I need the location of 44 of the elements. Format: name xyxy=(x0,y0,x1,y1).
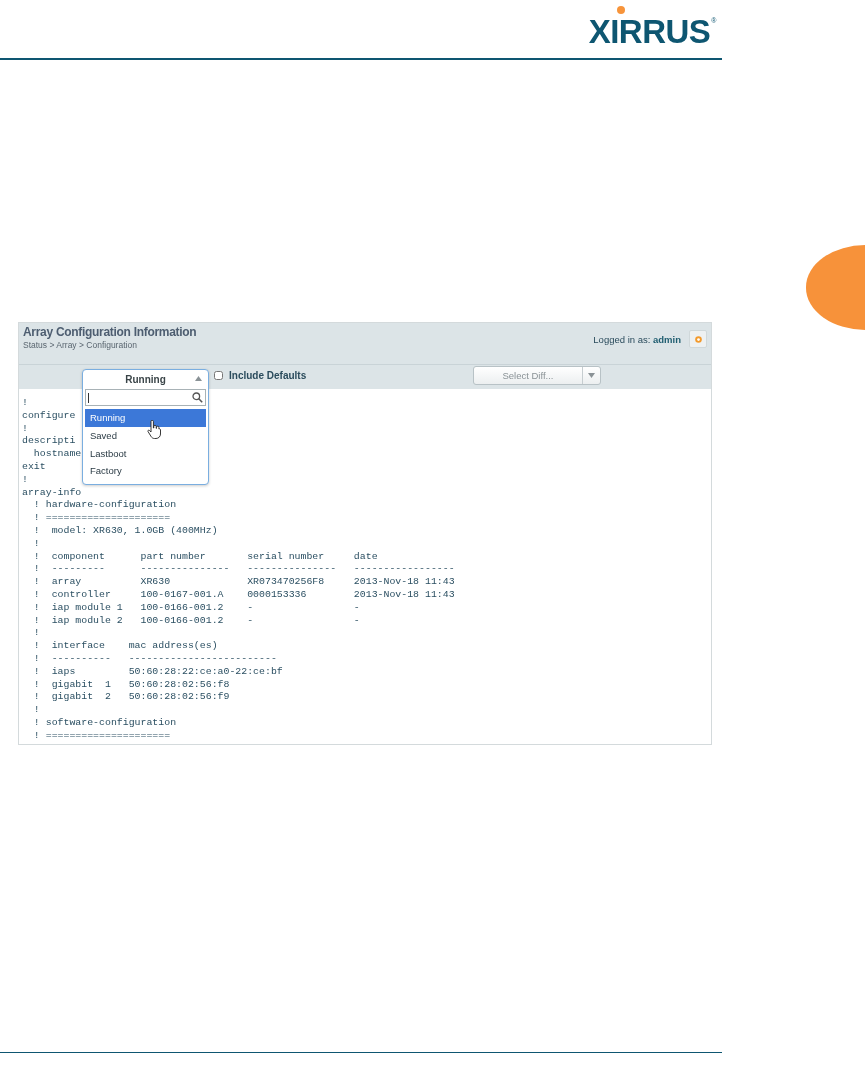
config-line: ! xyxy=(32,627,40,641)
search-icon xyxy=(192,392,203,403)
page-title: Array Configuration Information xyxy=(23,325,197,339)
config-line: ! xyxy=(22,422,28,436)
config-line: ! software-configuration xyxy=(32,716,177,730)
login-status: Logged in as: admin xyxy=(593,334,681,345)
config-line: ! ===================== xyxy=(32,729,171,743)
config-line: ! ===================== xyxy=(32,512,171,525)
config-line: ! iaps 50:60:28:22:ce:a0-22:ce:bf xyxy=(32,665,283,679)
config-line: hostname xyxy=(32,448,82,461)
config-line: ! iap module 1 100-0166-001.2 - - xyxy=(32,601,360,615)
dropdown-option[interactable]: Factory xyxy=(85,462,206,481)
include-defaults-checkbox[interactable] xyxy=(214,371,223,380)
config-line: ! controller 100-0167-001.A 0000153336 2013-Nov-18 11:43 xyxy=(32,588,455,602)
up-arrow-icon xyxy=(195,376,202,381)
config-line: ! component part number serial number date xyxy=(32,550,378,564)
breadcrumb: Status > Array > Configuration xyxy=(23,340,138,350)
config-line: ! --------- --------------- --------------- ----------------- xyxy=(32,563,455,577)
config-line: ! model: XR630, 1.0GB (400MHz) xyxy=(32,524,218,538)
include-defaults-label: Include Defaults xyxy=(229,370,307,381)
config-line: ! iap module 2 100-0166-001.2 - - xyxy=(32,614,360,628)
config-line: array-info xyxy=(22,486,82,500)
settings-button[interactable] xyxy=(689,330,707,348)
config-line: ! hardware-configuration xyxy=(32,499,177,513)
settings-icon xyxy=(692,333,704,345)
dropdown-option[interactable]: Running xyxy=(85,409,206,427)
dropdown-arrow-icon xyxy=(588,373,595,378)
hand-cursor-icon xyxy=(147,420,161,440)
search-field[interactable] xyxy=(85,389,206,406)
dropdown-option[interactable]: Saved xyxy=(85,426,206,445)
config-line: ! interface mac address(es) xyxy=(32,640,218,653)
config-line: ! gigabit 2 50:60:28:02:56:f9 xyxy=(32,691,230,705)
config-line: ! ---------- ------------------------- xyxy=(32,652,277,666)
config-line: descripti xyxy=(22,435,76,449)
config-line: exit xyxy=(22,461,46,474)
config-line: ! xyxy=(32,704,40,717)
config-line: configure xyxy=(22,409,76,423)
config-line: ! gigabit 1 50:60:28:02:56:f8 xyxy=(32,678,230,692)
dropdown-option[interactable]: Lastboot xyxy=(85,444,206,463)
config-line: ! array XR630 XR073470256F8 2013-Nov-18 11:43 xyxy=(32,576,455,589)
config-line: ! xyxy=(22,473,28,487)
config-line: ! xyxy=(32,537,40,551)
config-select[interactable]: Running xyxy=(85,370,206,388)
config-line: ! xyxy=(22,397,28,410)
